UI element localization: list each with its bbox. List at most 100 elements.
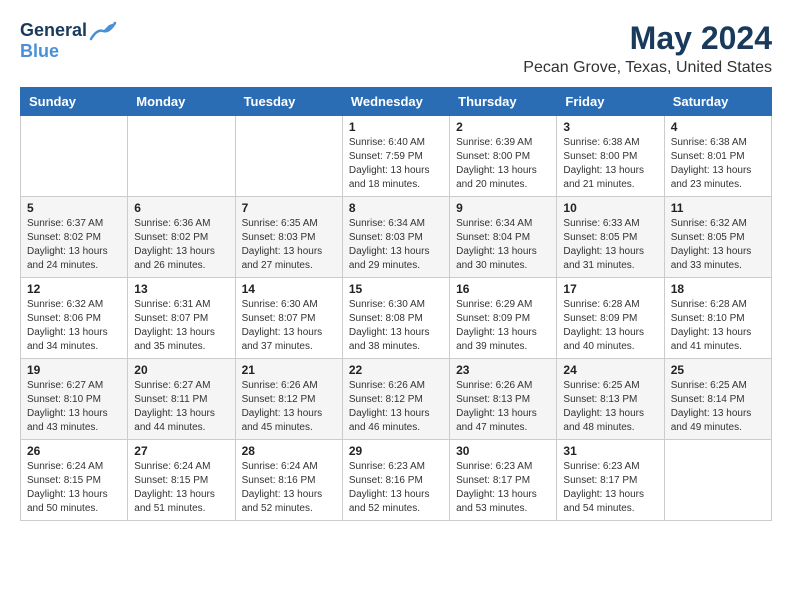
weekday-header-friday: Friday: [557, 88, 664, 116]
weekday-header-wednesday: Wednesday: [342, 88, 449, 116]
day-number: 19: [27, 363, 121, 377]
weekday-header-row: SundayMondayTuesdayWednesdayThursdayFrid…: [21, 88, 772, 116]
day-info: Sunrise: 6:40 AM Sunset: 7:59 PM Dayligh…: [349, 136, 443, 192]
logo-bird-icon: [89, 21, 117, 41]
calendar-cell: 4 Sunrise: 6:38 AM Sunset: 8:01 PM Daylig…: [664, 116, 771, 197]
weekday-header-sunday: Sunday: [21, 88, 128, 116]
day-number: 11: [671, 201, 765, 215]
day-number: 9: [456, 201, 550, 215]
weekday-header-monday: Monday: [128, 88, 235, 116]
calendar-cell: 15Sunrise: 6:30 AM Sunset: 8:08 PM Dayli…: [342, 278, 449, 359]
day-info: Sunrise: 6:26 AM Sunset: 8:13 PM Dayligh…: [456, 379, 550, 435]
calendar-cell: [128, 116, 235, 197]
calendar-cell: 3 Sunrise: 6:38 AM Sunset: 8:00 PM Daylig…: [557, 116, 664, 197]
day-info: Sunrise: 6:26 AM Sunset: 8:12 PM Dayligh…: [242, 379, 336, 435]
day-info: Sunrise: 6:36 AM Sunset: 8:02 PM Dayligh…: [134, 217, 228, 273]
calendar-cell: 17 Sunrise: 6:28 AM Sunset: 8:09 PM Dayli…: [557, 278, 664, 359]
day-number: 28: [242, 444, 336, 458]
day-number: 20: [134, 363, 228, 377]
day-number: 13: [134, 282, 228, 296]
day-info: Sunrise: 6:34 AM Sunset: 8:04 PM Dayligh…: [456, 217, 550, 273]
day-number: 29: [349, 444, 443, 458]
day-info: Sunrise: 6:29 AM Sunset: 8:09 PM Dayligh…: [456, 298, 550, 354]
calendar-cell: 25Sunrise: 6:25 AM Sunset: 8:14 PM Dayli…: [664, 359, 771, 440]
calendar-cell: 9 Sunrise: 6:34 AM Sunset: 8:04 PM Daylig…: [450, 197, 557, 278]
page-header: General Blue May 2024 Pecan Grove, Texas…: [20, 20, 772, 77]
calendar-cell: 30 Sunrise: 6:23 AM Sunset: 8:17 PM Dayli…: [450, 440, 557, 521]
calendar-cell: 27 Sunrise: 6:24 AM Sunset: 8:15 PM Dayli…: [128, 440, 235, 521]
day-info: Sunrise: 6:27 AM Sunset: 8:11 PM Dayligh…: [134, 379, 228, 435]
day-number: 8: [349, 201, 443, 215]
day-info: Sunrise: 6:28 AM Sunset: 8:09 PM Dayligh…: [563, 298, 657, 354]
day-info: Sunrise: 6:23 AM Sunset: 8:17 PM Dayligh…: [456, 460, 550, 516]
calendar-cell: 6 Sunrise: 6:36 AM Sunset: 8:02 PM Daylig…: [128, 197, 235, 278]
calendar-cell: 20 Sunrise: 6:27 AM Sunset: 8:11 PM Dayli…: [128, 359, 235, 440]
calendar-cell: 2Sunrise: 6:39 AM Sunset: 8:00 PM Daylig…: [450, 116, 557, 197]
calendar-cell: 5Sunrise: 6:37 AM Sunset: 8:02 PM Daylig…: [21, 197, 128, 278]
calendar-cell: 16 Sunrise: 6:29 AM Sunset: 8:09 PM Dayli…: [450, 278, 557, 359]
day-info: Sunrise: 6:23 AM Sunset: 8:17 PM Dayligh…: [563, 460, 657, 516]
weekday-header-tuesday: Tuesday: [235, 88, 342, 116]
weekday-header-saturday: Saturday: [664, 88, 771, 116]
day-number: 16: [456, 282, 550, 296]
day-number: 17: [563, 282, 657, 296]
day-number: 23: [456, 363, 550, 377]
day-number: 2: [456, 120, 550, 134]
calendar-cell: 21 Sunrise: 6:26 AM Sunset: 8:12 PM Dayli…: [235, 359, 342, 440]
day-info: Sunrise: 6:33 AM Sunset: 8:05 PM Dayligh…: [563, 217, 657, 273]
day-info: Sunrise: 6:35 AM Sunset: 8:03 PM Dayligh…: [242, 217, 336, 273]
weekday-header-thursday: Thursday: [450, 88, 557, 116]
calendar-cell: 26Sunrise: 6:24 AM Sunset: 8:15 PM Dayli…: [21, 440, 128, 521]
calendar-cell: 12 Sunrise: 6:32 AM Sunset: 8:06 PM Dayli…: [21, 278, 128, 359]
calendar-cell: 13Sunrise: 6:31 AM Sunset: 8:07 PM Dayli…: [128, 278, 235, 359]
day-info: Sunrise: 6:25 AM Sunset: 8:14 PM Dayligh…: [671, 379, 765, 435]
calendar-cell: 8Sunrise: 6:34 AM Sunset: 8:03 PM Daylig…: [342, 197, 449, 278]
logo-text: General Blue: [20, 20, 117, 62]
month-title: May 2024: [523, 20, 772, 57]
day-number: 30: [456, 444, 550, 458]
day-number: 21: [242, 363, 336, 377]
day-number: 26: [27, 444, 121, 458]
day-info: Sunrise: 6:24 AM Sunset: 8:16 PM Dayligh…: [242, 460, 336, 516]
day-number: 4: [671, 120, 765, 134]
week-row-2: 5Sunrise: 6:37 AM Sunset: 8:02 PM Daylig…: [21, 197, 772, 278]
calendar-cell: 11Sunrise: 6:32 AM Sunset: 8:05 PM Dayli…: [664, 197, 771, 278]
day-number: 27: [134, 444, 228, 458]
day-number: 1: [349, 120, 443, 134]
day-info: Sunrise: 6:37 AM Sunset: 8:02 PM Dayligh…: [27, 217, 121, 273]
day-info: Sunrise: 6:28 AM Sunset: 8:10 PM Dayligh…: [671, 298, 765, 354]
day-info: Sunrise: 6:24 AM Sunset: 8:15 PM Dayligh…: [134, 460, 228, 516]
week-row-5: 26 Sunrise: 6:24 AM Sunset: 8:15 PM Dayli…: [21, 440, 772, 521]
day-number: 6: [134, 201, 228, 215]
calendar-cell: [664, 440, 771, 521]
day-info: Sunrise: 6:38 AM Sunset: 8:01 PM Dayligh…: [671, 136, 765, 192]
calendar-cell: 31 Sunrise: 6:23 AM Sunset: 8:17 PM Dayli…: [557, 440, 664, 521]
day-info: Sunrise: 6:32 AM Sunset: 8:06 PM Dayligh…: [27, 298, 121, 354]
calendar-cell: 22Sunrise: 6:26 AM Sunset: 8:12 PM Dayli…: [342, 359, 449, 440]
day-info: Sunrise: 6:26 AM Sunset: 8:12 PM Dayligh…: [349, 379, 443, 435]
day-number: 12: [27, 282, 121, 296]
calendar-cell: 29Sunrise: 6:23 AM Sunset: 8:16 PM Dayli…: [342, 440, 449, 521]
logo: General Blue: [20, 20, 117, 62]
calendar-cell: 14Sunrise: 6:30 AM Sunset: 8:07 PM Dayli…: [235, 278, 342, 359]
day-number: 18: [671, 282, 765, 296]
day-number: 24: [563, 363, 657, 377]
calendar-cell: 23 Sunrise: 6:26 AM Sunset: 8:13 PM Dayli…: [450, 359, 557, 440]
calendar-cell: 7 Sunrise: 6:35 AM Sunset: 8:03 PM Daylig…: [235, 197, 342, 278]
day-info: Sunrise: 6:27 AM Sunset: 8:10 PM Dayligh…: [27, 379, 121, 435]
day-number: 3: [563, 120, 657, 134]
calendar-cell: [21, 116, 128, 197]
day-number: 10: [563, 201, 657, 215]
calendar-cell: 19 Sunrise: 6:27 AM Sunset: 8:10 PM Dayli…: [21, 359, 128, 440]
week-row-3: 12 Sunrise: 6:32 AM Sunset: 8:06 PM Dayli…: [21, 278, 772, 359]
day-number: 31: [563, 444, 657, 458]
calendar-cell: [235, 116, 342, 197]
day-number: 7: [242, 201, 336, 215]
calendar-cell: 10 Sunrise: 6:33 AM Sunset: 8:05 PM Dayli…: [557, 197, 664, 278]
day-info: Sunrise: 6:25 AM Sunset: 8:13 PM Dayligh…: [563, 379, 657, 435]
day-info: Sunrise: 6:38 AM Sunset: 8:00 PM Dayligh…: [563, 136, 657, 192]
calendar-cell: 1 Sunrise: 6:40 AM Sunset: 7:59 PM Daylig…: [342, 116, 449, 197]
week-row-1: 1 Sunrise: 6:40 AM Sunset: 7:59 PM Daylig…: [21, 116, 772, 197]
day-number: 15: [349, 282, 443, 296]
calendar-cell: 24 Sunrise: 6:25 AM Sunset: 8:13 PM Dayli…: [557, 359, 664, 440]
